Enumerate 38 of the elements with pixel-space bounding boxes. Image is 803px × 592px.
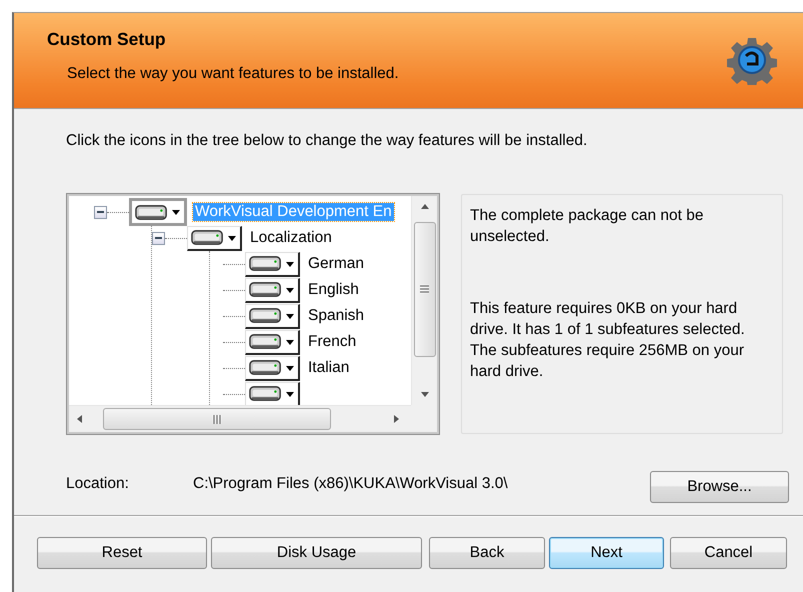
drive-icon xyxy=(135,204,169,220)
tree-item[interactable]: Localization xyxy=(248,229,334,247)
dialog-button[interactable]: Reset xyxy=(37,537,207,569)
location-path: C:\Program Files (x86)\KUKA\WorkVisual 3.0\ xyxy=(193,475,509,493)
drive-icon xyxy=(249,359,283,376)
collapse-toggle[interactable] xyxy=(94,206,107,218)
requirements-text: This feature requires 0KB on your hard drive. It has 1 of 1 subfeatures selected. The subfeatures require 256MB on your hard drive. xyxy=(470,299,746,382)
default-button[interactable]: Next xyxy=(549,537,664,569)
scrollbar-thumb[interactable] xyxy=(103,408,331,430)
feature-state-button[interactable] xyxy=(129,198,187,226)
vertical-scrollbar[interactable] xyxy=(411,196,437,405)
tree-item[interactable]: Italian xyxy=(306,359,352,377)
dialog-button[interactable]: Back xyxy=(429,537,545,569)
grip-icon xyxy=(212,414,222,424)
dialog-button[interactable]: Cancel xyxy=(670,537,787,569)
tree-item[interactable]: English xyxy=(306,281,361,299)
drive-icon xyxy=(249,255,283,272)
drive-icon xyxy=(191,229,225,246)
instruction-text: Click the icons in the tree below to change the way features will be installed. xyxy=(65,131,588,151)
grip-icon xyxy=(420,285,429,294)
location-label: Location: xyxy=(66,475,130,493)
horizontal-scrollbar[interactable] xyxy=(69,405,411,432)
collapse-toggle[interactable] xyxy=(152,232,165,244)
scrollbar-thumb[interactable] xyxy=(414,222,436,357)
dialog-button[interactable]: Disk Usage xyxy=(211,537,422,569)
drive-icon xyxy=(249,385,283,402)
gear-icon xyxy=(727,35,777,85)
drive-icon xyxy=(249,281,283,298)
browse-button[interactable]: Browse... xyxy=(650,471,789,503)
tree-item[interactable]: French xyxy=(306,333,358,351)
description-text: The complete package can not be unselected. xyxy=(470,206,705,247)
caret-icon xyxy=(171,207,181,217)
tree-item[interactable]: German xyxy=(306,255,366,273)
drive-icon xyxy=(249,333,283,350)
drive-icon xyxy=(249,307,283,324)
dialog-subtitle: Select the way you want features to be installed. xyxy=(66,65,400,83)
dialog-title: Custom Setup xyxy=(47,29,167,50)
tree-item[interactable]: Spanish xyxy=(306,307,366,325)
